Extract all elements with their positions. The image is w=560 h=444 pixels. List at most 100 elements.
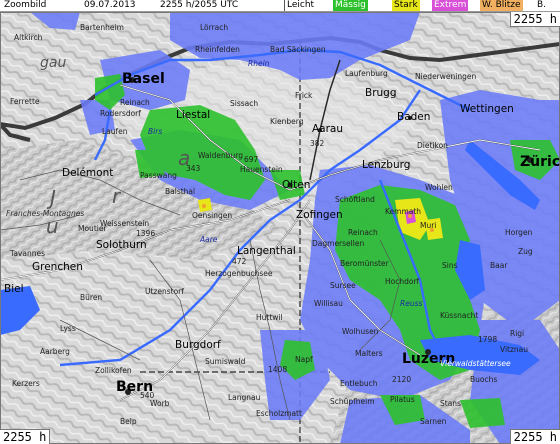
place-belp: Belp bbox=[120, 417, 137, 426]
place-balsthal: Balsthal bbox=[165, 187, 196, 196]
legend-heavy: Stark bbox=[392, 0, 420, 11]
water-vierwaldstattersee: Vierwaldstättersee bbox=[440, 359, 511, 368]
water-reuss: Reuss bbox=[400, 299, 423, 308]
date-label: 09.07.2013 bbox=[84, 0, 136, 10]
place-pilatus: Pilatus bbox=[390, 395, 415, 404]
place-hauenstein: Hauenstein bbox=[240, 165, 283, 174]
place-sursee: Sursee bbox=[330, 281, 356, 290]
place-basel: Basel bbox=[122, 71, 165, 87]
place-malters: Malters bbox=[355, 349, 383, 358]
place-brugg: Brugg bbox=[365, 87, 397, 99]
place-lorrach: Lörrach bbox=[200, 23, 229, 32]
water-birs: Birs bbox=[148, 127, 163, 136]
elev-1798: 1798 bbox=[478, 335, 498, 344]
place-escholzmatt: Escholzmatt bbox=[256, 409, 302, 418]
place-wettingen: Wettingen bbox=[460, 103, 514, 115]
elev-382: 382 bbox=[310, 139, 325, 148]
place-rheinfelden: Rheinfelden bbox=[195, 45, 240, 54]
place-wolhusen: Wolhusen bbox=[342, 327, 379, 336]
place-langenthal: Langenthal bbox=[237, 245, 296, 257]
legend-lightning: W. Blitze bbox=[480, 0, 523, 11]
place-delemont: Delémont bbox=[62, 167, 114, 179]
legend-extra: B. bbox=[535, 0, 549, 11]
place-muri: Muri bbox=[420, 221, 437, 230]
elev-1408: 1408 bbox=[268, 365, 288, 374]
place-laufenburg: Laufenburg bbox=[345, 69, 388, 78]
elev-697: 697 bbox=[244, 155, 259, 164]
place-wohlen: Wohlen bbox=[425, 183, 453, 192]
place-kerzers: Kerzers bbox=[12, 379, 40, 388]
timestamp-bottom-right: 2255 h bbox=[509, 429, 560, 444]
place-kienberg: Kienberg bbox=[270, 117, 304, 126]
place-laufen: Laufen bbox=[102, 127, 128, 136]
place-reinach-bl: Reinach bbox=[120, 98, 150, 107]
place-zug: Zug bbox=[518, 247, 533, 256]
place-frick: Frick bbox=[295, 91, 313, 100]
place-rigi: Rigi bbox=[510, 329, 525, 338]
place-worb: Worb bbox=[150, 399, 170, 408]
place-reinach: Reinach bbox=[348, 228, 378, 237]
place-aarberg: Aarberg bbox=[40, 347, 70, 356]
place-sumiswald: Sumiswald bbox=[205, 357, 246, 366]
terrain-jura-3: r bbox=[112, 184, 121, 208]
place-baden: Baden bbox=[397, 111, 431, 123]
place-dietikon: Dietikon bbox=[417, 141, 448, 150]
place-zollikofen: Zollikofen bbox=[95, 366, 132, 375]
place-passwang: Passwang bbox=[140, 171, 177, 180]
place-baar: Baar bbox=[490, 261, 508, 270]
place-buochs: Buochs bbox=[470, 375, 498, 384]
water-aare: Aare bbox=[200, 235, 218, 244]
place-sarnen: Sarnen bbox=[420, 417, 447, 426]
place-zofingen: Zofingen bbox=[296, 209, 343, 221]
terrain-sundgau: gau bbox=[40, 55, 67, 71]
place-aarau: Aarau bbox=[312, 123, 344, 135]
place-lenzburg: Lenzburg bbox=[362, 159, 411, 171]
place-langnau: Langnau bbox=[228, 393, 261, 402]
place-lyss: Lyss bbox=[60, 324, 76, 333]
place-dagmersellen: Dagmersellen bbox=[312, 239, 365, 248]
elev-2120: 2120 bbox=[392, 375, 412, 384]
place-waldenburg: Waldenburg bbox=[198, 151, 243, 160]
elev-540: 540 bbox=[140, 391, 155, 400]
place-olten: Olten bbox=[282, 179, 311, 191]
place-willisau: Willisau bbox=[314, 299, 343, 308]
place-rodersdorf: Rodersdorf bbox=[100, 109, 141, 118]
place-tavannes: Tavannes bbox=[10, 249, 45, 258]
terrain-franches: Franches-Montagnes bbox=[6, 209, 85, 218]
product-label: Zoombild bbox=[4, 0, 47, 10]
elev-472: 472 bbox=[232, 257, 247, 266]
place-liestal: Liestal bbox=[176, 109, 211, 121]
time-label: 2255 h/2055 UTC bbox=[160, 0, 239, 10]
terrain-jura-1: J bbox=[50, 186, 56, 210]
elev-343: 343 bbox=[186, 164, 201, 173]
place-stans: Stans bbox=[440, 399, 461, 408]
timestamp-top-right: 2255 h bbox=[509, 12, 560, 27]
place-weissenstein: Weissenstein bbox=[100, 219, 150, 228]
place-hochdorf: Hochdorf bbox=[385, 277, 420, 286]
legend-moderate: Mässig bbox=[333, 0, 368, 11]
place-kussnacht: Küssnacht bbox=[440, 311, 479, 320]
place-bartenheim: Bartenheim bbox=[80, 23, 124, 32]
place-altkirch: Altkirch bbox=[14, 33, 43, 42]
place-oensingen: Oensingen bbox=[192, 211, 233, 220]
place-beromunster: Beromünster bbox=[340, 259, 389, 268]
place-schottland: Schöftland bbox=[335, 195, 375, 204]
place-napf: Napf bbox=[295, 355, 313, 364]
place-horgen: Horgen bbox=[505, 228, 533, 237]
place-biel: Biel bbox=[4, 283, 24, 295]
header-bar: Zoombild 09.07.2013 2255 h/2055 UTC Leic… bbox=[0, 0, 560, 12]
place-schupfheim: Schüpfheim bbox=[330, 397, 375, 406]
place-entlebuch: Entlebuch bbox=[340, 379, 378, 388]
place-herzogenbuchsee: Herzogenbuchsee bbox=[205, 269, 273, 278]
place-vitznau: Vitznau bbox=[500, 345, 529, 354]
elev-1396: 1396 bbox=[136, 229, 156, 238]
place-kemmath: Kemmath bbox=[385, 207, 422, 216]
place-sins: Sins bbox=[442, 261, 458, 270]
place-utzenstorf: Utzenstorf bbox=[145, 287, 184, 296]
place-sissach: Sissach bbox=[230, 99, 259, 108]
place-sackingen: Bad Säckingen bbox=[270, 45, 326, 54]
water-rhein: Rhein bbox=[248, 59, 270, 68]
timestamp-bottom-left: 2255 h bbox=[0, 429, 51, 444]
place-buren: Büren bbox=[80, 293, 103, 302]
place-ferrette: Ferrette bbox=[10, 97, 40, 106]
